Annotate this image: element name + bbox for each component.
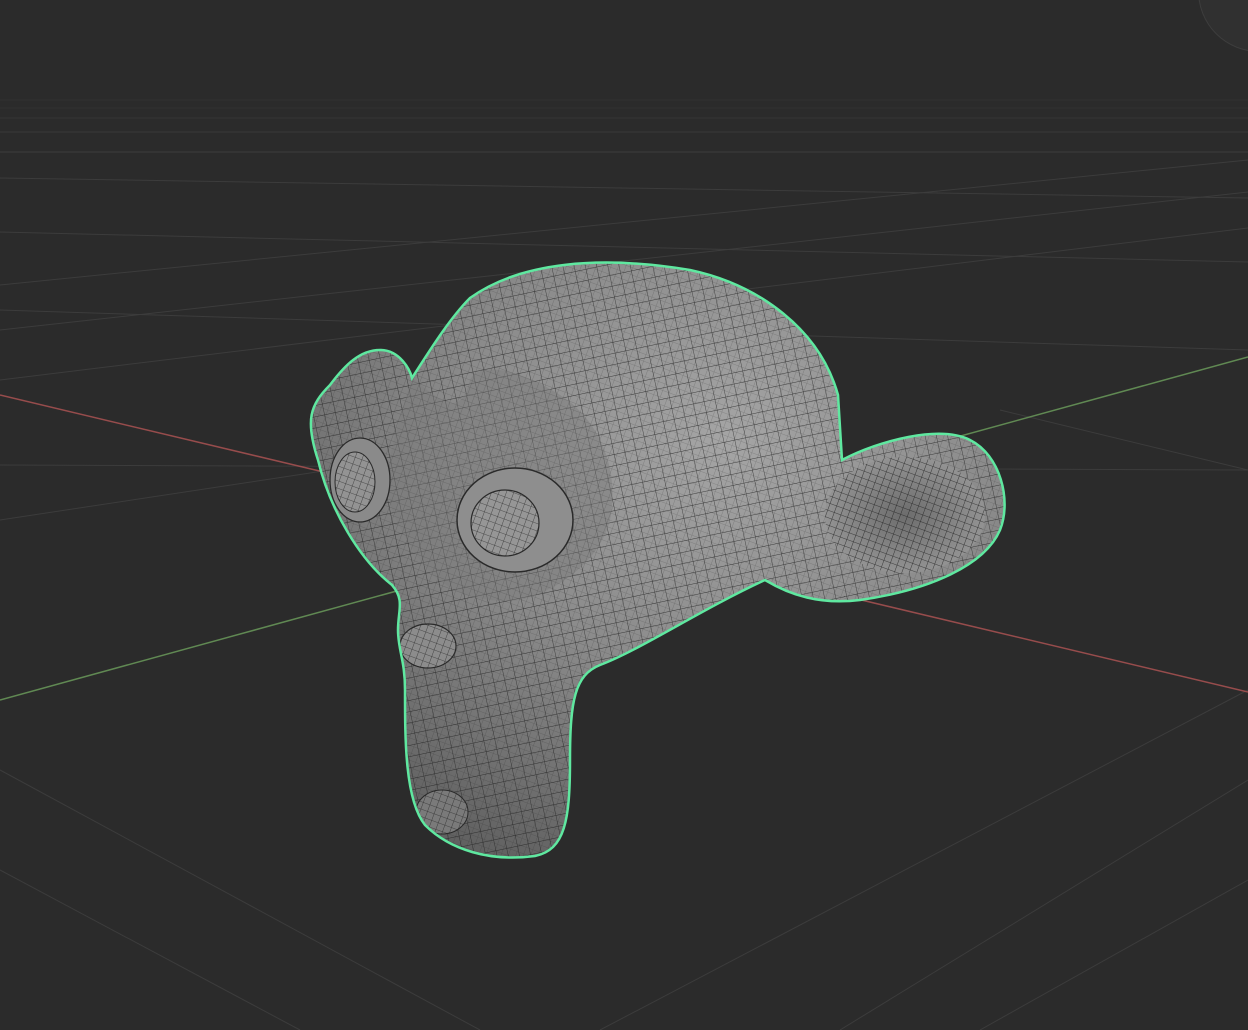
viewport-canvas[interactable] [0,0,1248,1030]
suzanne-mesh[interactable] [300,250,1020,870]
horizon-haze [0,70,1248,140]
3d-viewport[interactable] [0,0,1248,1030]
